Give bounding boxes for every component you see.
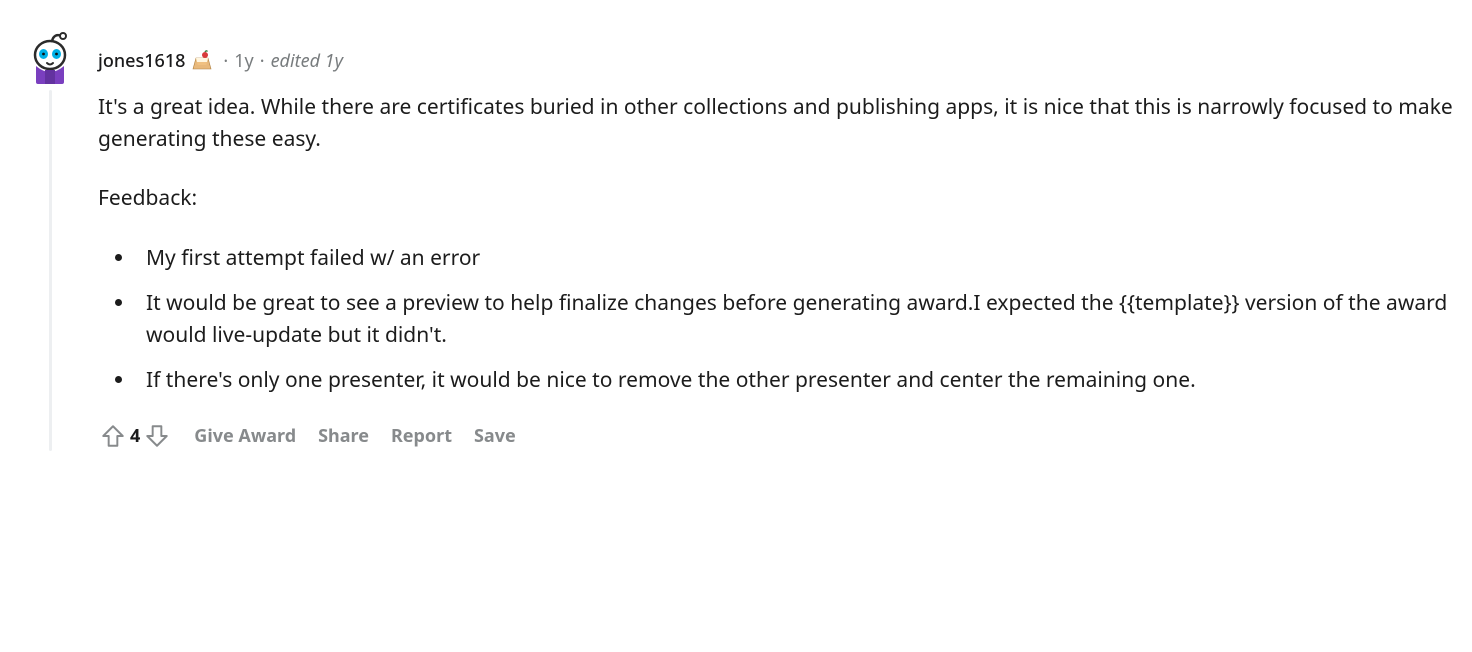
avatar[interactable] [23, 30, 77, 84]
posted-time: 1y [234, 52, 253, 70]
comment-content: jones1618 · 1y · edited 1y It's a great … [78, 30, 1456, 451]
edited-time: edited 1y [271, 52, 343, 70]
separator-dot: · [260, 52, 265, 70]
vote-score: 4 [130, 424, 140, 448]
feedback-list: My first attempt failed w/ an error It w… [98, 243, 1456, 397]
thread-column [22, 30, 78, 451]
separator-dot: · [223, 52, 228, 70]
body-paragraph: Feedback: [98, 183, 1456, 215]
comment-meta: jones1618 · 1y · edited 1y [98, 50, 1456, 72]
comment: jones1618 · 1y · edited 1y It's a great … [0, 0, 1472, 467]
body-paragraph: It's a great idea. While there are certi… [98, 92, 1456, 155]
downvote-button[interactable] [142, 421, 172, 451]
author-link[interactable]: jones1618 [98, 52, 185, 70]
list-item: My first attempt failed w/ an error [136, 243, 1456, 275]
give-award-button[interactable]: Give Award [194, 424, 296, 448]
list-item: If there's only one presenter, it would … [136, 365, 1456, 397]
comment-footer: 4 Give Award Share Report Save [98, 421, 1456, 451]
list-item: It would be great to see a preview to he… [136, 288, 1456, 351]
cake-day-icon [191, 50, 213, 72]
share-button[interactable]: Share [318, 424, 369, 448]
report-button[interactable]: Report [391, 424, 452, 448]
save-button[interactable]: Save [474, 424, 516, 448]
downvote-icon [144, 423, 170, 449]
upvote-button[interactable] [98, 421, 128, 451]
comment-body: It's a great idea. While there are certi… [98, 92, 1456, 397]
thread-line[interactable] [49, 90, 52, 451]
upvote-icon [100, 423, 126, 449]
